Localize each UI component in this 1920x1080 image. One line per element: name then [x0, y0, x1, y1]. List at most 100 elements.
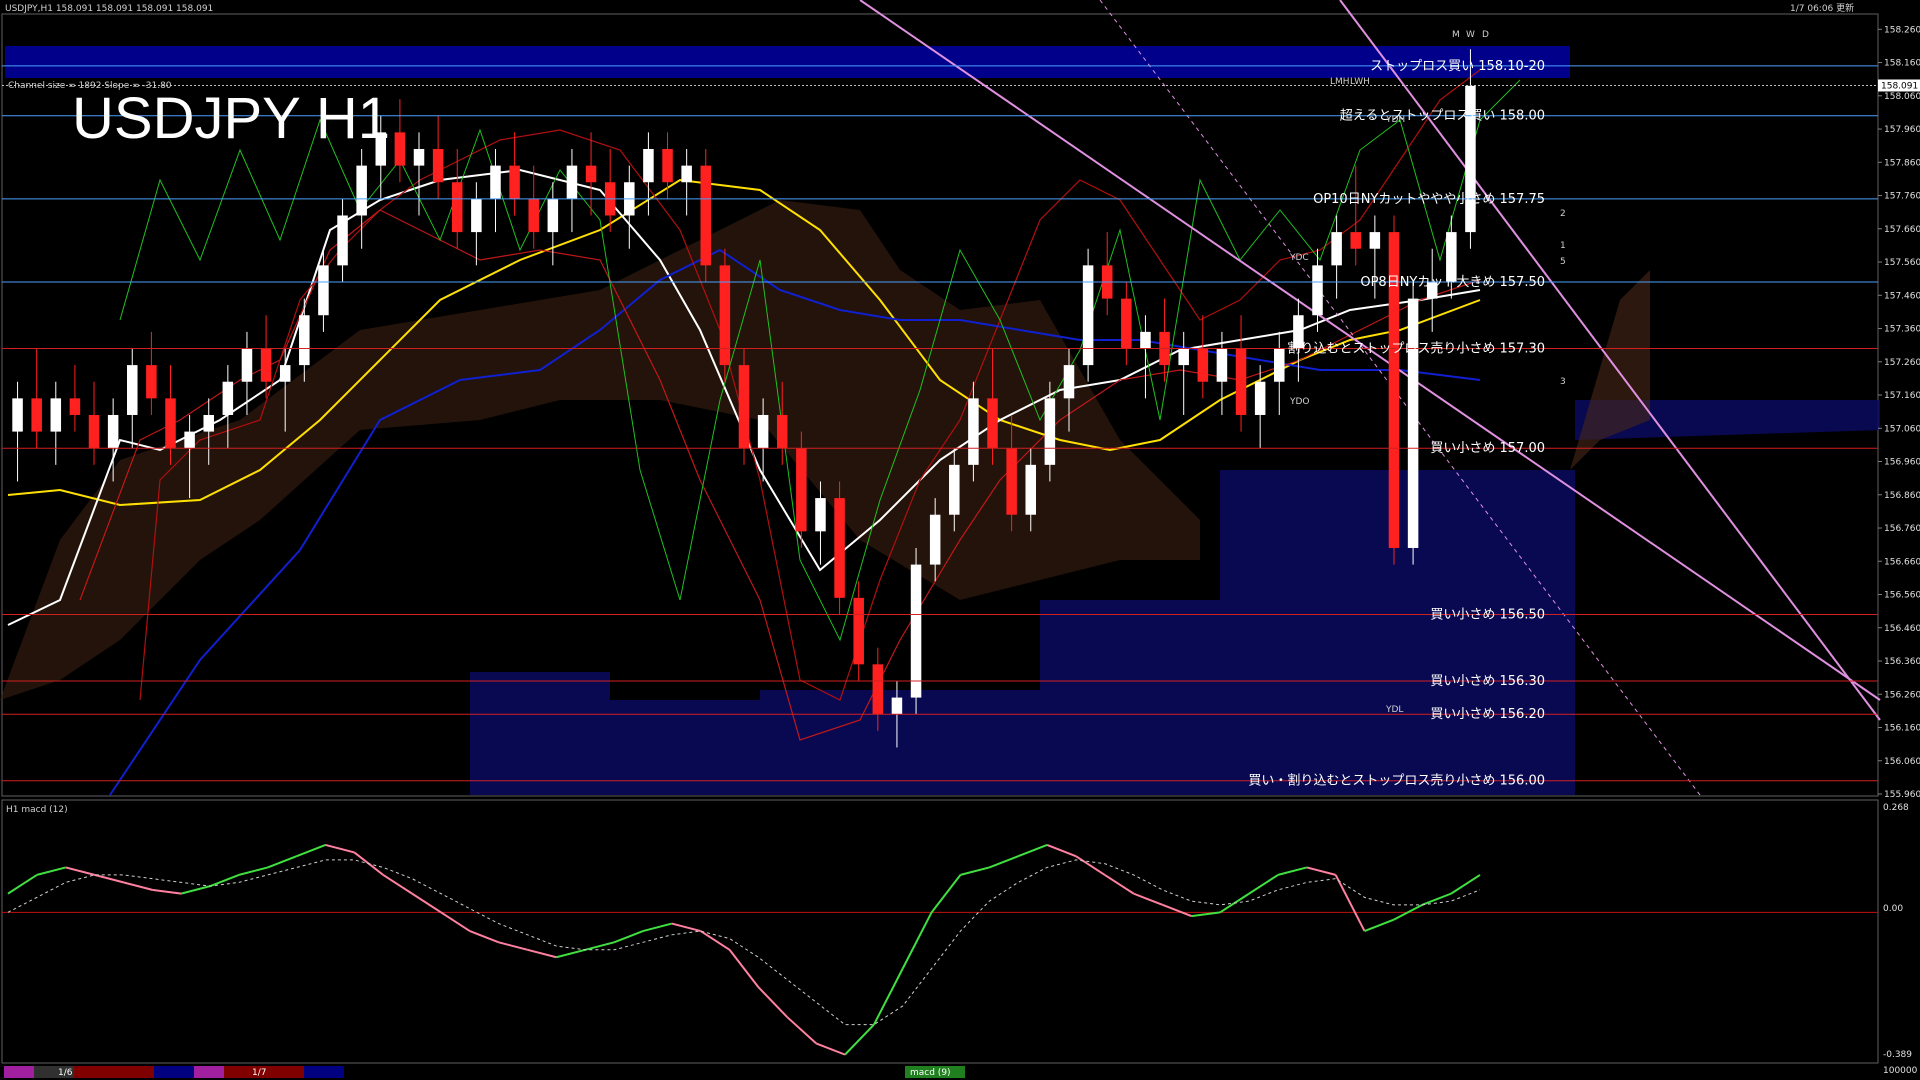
candle-body: [1407, 298, 1419, 548]
candle-body: [681, 165, 692, 183]
candle-body: [451, 182, 463, 233]
level-label: 買い小さめ 156.50: [1430, 607, 1545, 622]
candle-body: [490, 165, 501, 199]
candle-body: [719, 265, 731, 366]
macd-main-segment: [382, 874, 413, 895]
tab[interactable]: [74, 1066, 154, 1078]
marker-label: 3: [1560, 377, 1566, 387]
candle-body: [356, 165, 367, 216]
candle-body: [165, 398, 176, 449]
candle-body: [662, 148, 673, 183]
macd-main-segment: [786, 1016, 817, 1045]
candle-body: [853, 597, 864, 665]
candle-body: [12, 398, 23, 432]
axis-tick-label: 156.060: [1884, 757, 1920, 767]
macd-main-segment: [498, 941, 528, 951]
macd-main-segment: [1364, 918, 1394, 933]
tab-date-2[interactable]: 1/7: [252, 1068, 266, 1078]
marker-label: M: [1452, 30, 1460, 40]
macd-main-segment: [325, 843, 355, 854]
macd-main-segment: [296, 844, 326, 858]
candle-body: [394, 132, 406, 166]
candle-body: [968, 398, 979, 465]
axis-tick-label: 157.760: [1884, 192, 1920, 202]
candle-body: [815, 498, 826, 532]
ichimoku-cloud: [0, 200, 1880, 795]
macd-main-segment: [469, 930, 500, 944]
axis-tick-label: 158.060: [1884, 92, 1920, 102]
axis-tick-label: 157.560: [1884, 258, 1920, 268]
marker-label: YDH: [1385, 115, 1405, 125]
price-axis: 158.260 158.160 158.060 157.960 157.860 157.7…: [1878, 25, 1920, 800]
marker-label: LWH: [1350, 77, 1370, 87]
level-label: OP8日NYカット大きめ 157.50: [1360, 275, 1545, 290]
macd-main-segment: [36, 866, 66, 876]
candle-body: [949, 464, 960, 515]
macd-main-segment: [1075, 855, 1106, 876]
chart-canvas[interactable]: USDJPY,H1 158.091 158.091 158.091 158.09…: [0, 0, 1920, 1080]
tab[interactable]: [154, 1066, 194, 1078]
macd-main-segment: [1450, 874, 1481, 895]
macd-main-segment: [180, 885, 211, 895]
macd-zero-value: 0.00: [1883, 904, 1903, 914]
macd-main-segment: [440, 911, 471, 932]
axis-tick-label: 157.960: [1884, 125, 1920, 135]
macd-panel: [2, 843, 1878, 1056]
marker-label: YDL: [1385, 705, 1403, 715]
candle-body: [1082, 265, 1094, 366]
candle-body: [738, 365, 750, 449]
candle-body: [987, 398, 998, 449]
macd-main-segment: [872, 968, 904, 1026]
candle-body: [834, 498, 845, 598]
axis-tick-label: 156.760: [1884, 524, 1920, 534]
candle-body: [1197, 348, 1209, 382]
macd-main-segment: [7, 874, 38, 895]
candle-body: [413, 148, 425, 166]
tab[interactable]: [194, 1066, 224, 1078]
macd-main-segment: [1046, 844, 1077, 858]
candle-body: [1254, 381, 1266, 415]
candle-body: [184, 431, 195, 449]
axis-tick-label: 156.660: [1884, 557, 1920, 567]
level-label: ストップロス買い 158.10-20: [1370, 59, 1545, 74]
candle-body: [1121, 298, 1132, 349]
candle-body: [643, 148, 654, 183]
macd-main-segment: [700, 930, 731, 951]
candle-body: [1025, 464, 1037, 515]
tab[interactable]: [304, 1066, 344, 1078]
axis-tick-label: 158.160: [1884, 59, 1920, 69]
macd-main-segment: [94, 873, 124, 884]
macd-main-segment: [152, 888, 182, 895]
kumo-brown: [0, 200, 1200, 700]
macd-signal-line: [7, 859, 1481, 1026]
level-label: 買い・割り込むとストップロス売り小さめ 156.00: [1248, 773, 1545, 789]
candle-body: [547, 198, 559, 233]
macd-main-segment: [815, 1042, 846, 1056]
macd-top-value: 0.268: [1883, 803, 1909, 813]
macd-bottom-value: -0.389: [1883, 1050, 1912, 1060]
marker-label: 5: [1560, 257, 1566, 267]
scale-value: 100000: [1883, 1066, 1918, 1076]
axis-tick-label: 156.260: [1884, 690, 1920, 700]
candle-body: [1063, 365, 1075, 399]
tab[interactable]: [4, 1066, 34, 1078]
marker-label: W: [1466, 30, 1475, 40]
candle-body: [910, 564, 922, 698]
kumo-future: [1570, 270, 1650, 470]
candle-body: [107, 414, 119, 449]
macd-main-segment: [1104, 874, 1135, 895]
axis-tick-label: 156.860: [1884, 491, 1920, 501]
level-label: 買い小さめ 156.30: [1430, 674, 1545, 689]
indicator-frame: [1, 799, 1879, 1064]
axis-tick-label: 155.960: [1884, 790, 1920, 800]
macd-main-segment: [988, 855, 1019, 869]
level-label: OP10日NYカットややや小さめ 157.75: [1313, 192, 1545, 207]
candle-body: [88, 414, 100, 449]
tab-date-1[interactable]: 1/6: [58, 1068, 73, 1078]
indicator-title: H1 macd (12): [6, 805, 68, 815]
macd-main-segment: [1334, 874, 1366, 932]
macd-main-segment: [1277, 866, 1308, 876]
bottom-tab-bar[interactable]: [4, 1066, 344, 1078]
marker-label: D: [1482, 30, 1489, 40]
marker-label: 1: [1560, 241, 1566, 251]
